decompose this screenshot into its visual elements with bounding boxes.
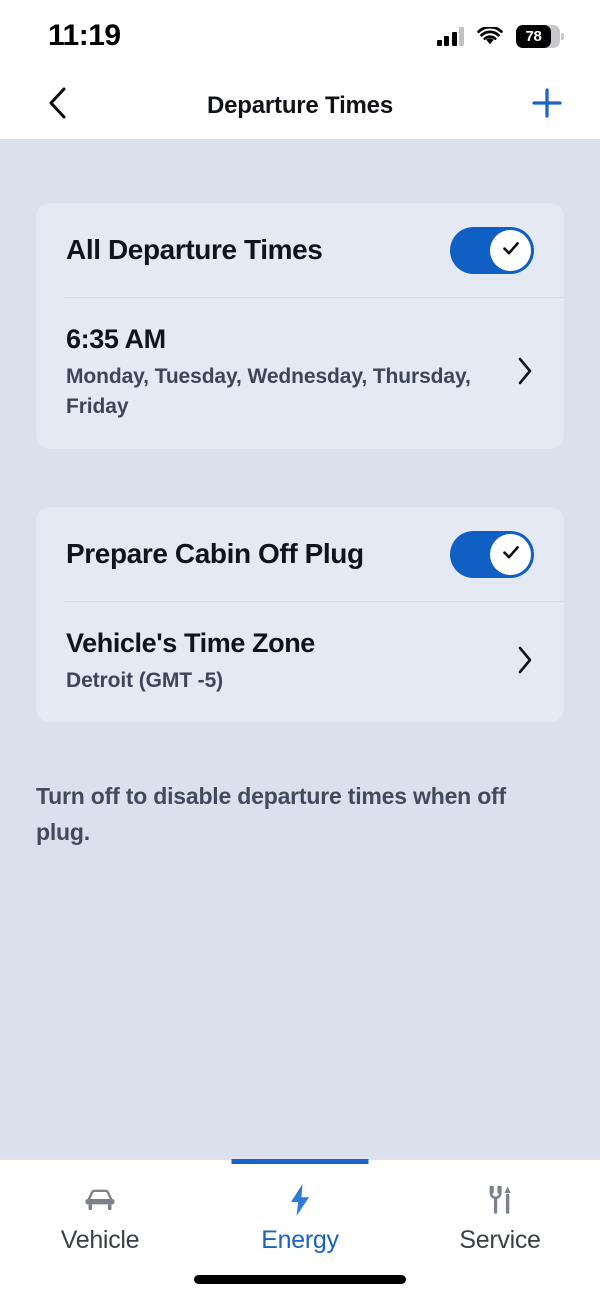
departure-time-value: 6:35 AM xyxy=(66,324,166,354)
tab-label-vehicle: Vehicle xyxy=(60,1226,140,1254)
row-main: 6:35 AM Monday, Tuesday, Wednesday, Thur… xyxy=(66,324,500,423)
toggle-prepare-cabin-off-plug[interactable] xyxy=(450,530,534,578)
tab-label-energy: Energy xyxy=(261,1226,339,1254)
card-departure-times: All Departure Times 6:35 AM Monday, Tues… xyxy=(36,203,564,449)
add-departure-time-button[interactable] xyxy=(524,83,570,129)
check-icon xyxy=(499,540,523,569)
chevron-right-icon[interactable] xyxy=(516,645,534,680)
wifi-icon xyxy=(477,25,503,46)
row-main: Prepare Cabin Off Plug xyxy=(66,538,450,570)
row-main: Vehicle's Time Zone Detroit (GMT -5) xyxy=(66,628,500,696)
tab-energy[interactable]: Energy xyxy=(200,1159,400,1272)
toggle-all-departure-times[interactable] xyxy=(450,226,534,274)
card-prepare-cabin: Prepare Cabin Off Plug Vehicle's Time Zo… xyxy=(36,507,564,723)
status-bar-icons: 78 xyxy=(436,24,564,48)
toggle-knob xyxy=(490,229,531,271)
plus-icon xyxy=(530,86,564,125)
row-vehicle-time-zone[interactable]: Vehicle's Time Zone Detroit (GMT -5) xyxy=(36,602,564,722)
battery-icon: 78 xyxy=(516,24,564,48)
home-indicator[interactable] xyxy=(194,1275,406,1284)
bottom-tab-bar: Vehicle Energy Service xyxy=(0,1159,600,1300)
row-main: All Departure Times xyxy=(66,234,450,266)
chevron-right-icon[interactable] xyxy=(516,356,534,391)
row-prepare-cabin-off-plug[interactable]: Prepare Cabin Off Plug xyxy=(36,507,564,601)
check-icon xyxy=(499,236,523,265)
chevron-cell xyxy=(500,356,534,391)
wrench-screwdriver-icon xyxy=(483,1183,517,1217)
phone-screen: 11:19 78 Departure Times All Departure T… xyxy=(0,0,600,1300)
active-tab-indicator xyxy=(231,1159,369,1164)
tab-label-service: Service xyxy=(459,1226,541,1254)
back-button[interactable] xyxy=(36,85,78,127)
chevron-left-icon xyxy=(46,86,68,125)
navigation-bar: Departure Times xyxy=(0,72,600,140)
row-label-prepare-cabin-off-plug: Prepare Cabin Off Plug xyxy=(66,538,364,569)
status-bar-time: 11:19 xyxy=(48,19,121,52)
tab-vehicle[interactable]: Vehicle xyxy=(0,1160,200,1272)
status-bar: 11:19 78 xyxy=(0,0,600,72)
row-departure-time-entry[interactable]: 6:35 AM Monday, Tuesday, Wednesday, Thur… xyxy=(36,298,564,449)
content-area: All Departure Times 6:35 AM Monday, Tues… xyxy=(0,141,600,1159)
departure-days-value: Monday, Tuesday, Wednesday, Thursday, Fr… xyxy=(66,365,471,419)
helper-text: Turn off to disable departure times when… xyxy=(36,783,506,845)
row-label-all-departure-times: All Departure Times xyxy=(66,234,323,265)
time-zone-label: Vehicle's Time Zone xyxy=(66,628,315,658)
toggle-knob xyxy=(490,533,531,575)
time-zone-value: Detroit (GMT -5) xyxy=(66,669,224,692)
cellular-bars-icon xyxy=(436,26,464,46)
lightning-bolt-icon xyxy=(287,1183,313,1217)
chevron-cell xyxy=(500,645,534,680)
car-icon xyxy=(81,1183,119,1217)
battery-percent-label: 78 xyxy=(525,27,542,45)
tab-service[interactable]: Service xyxy=(400,1160,600,1272)
row-all-departure-times[interactable]: All Departure Times xyxy=(36,203,564,297)
page-title: Departure Times xyxy=(207,91,393,119)
